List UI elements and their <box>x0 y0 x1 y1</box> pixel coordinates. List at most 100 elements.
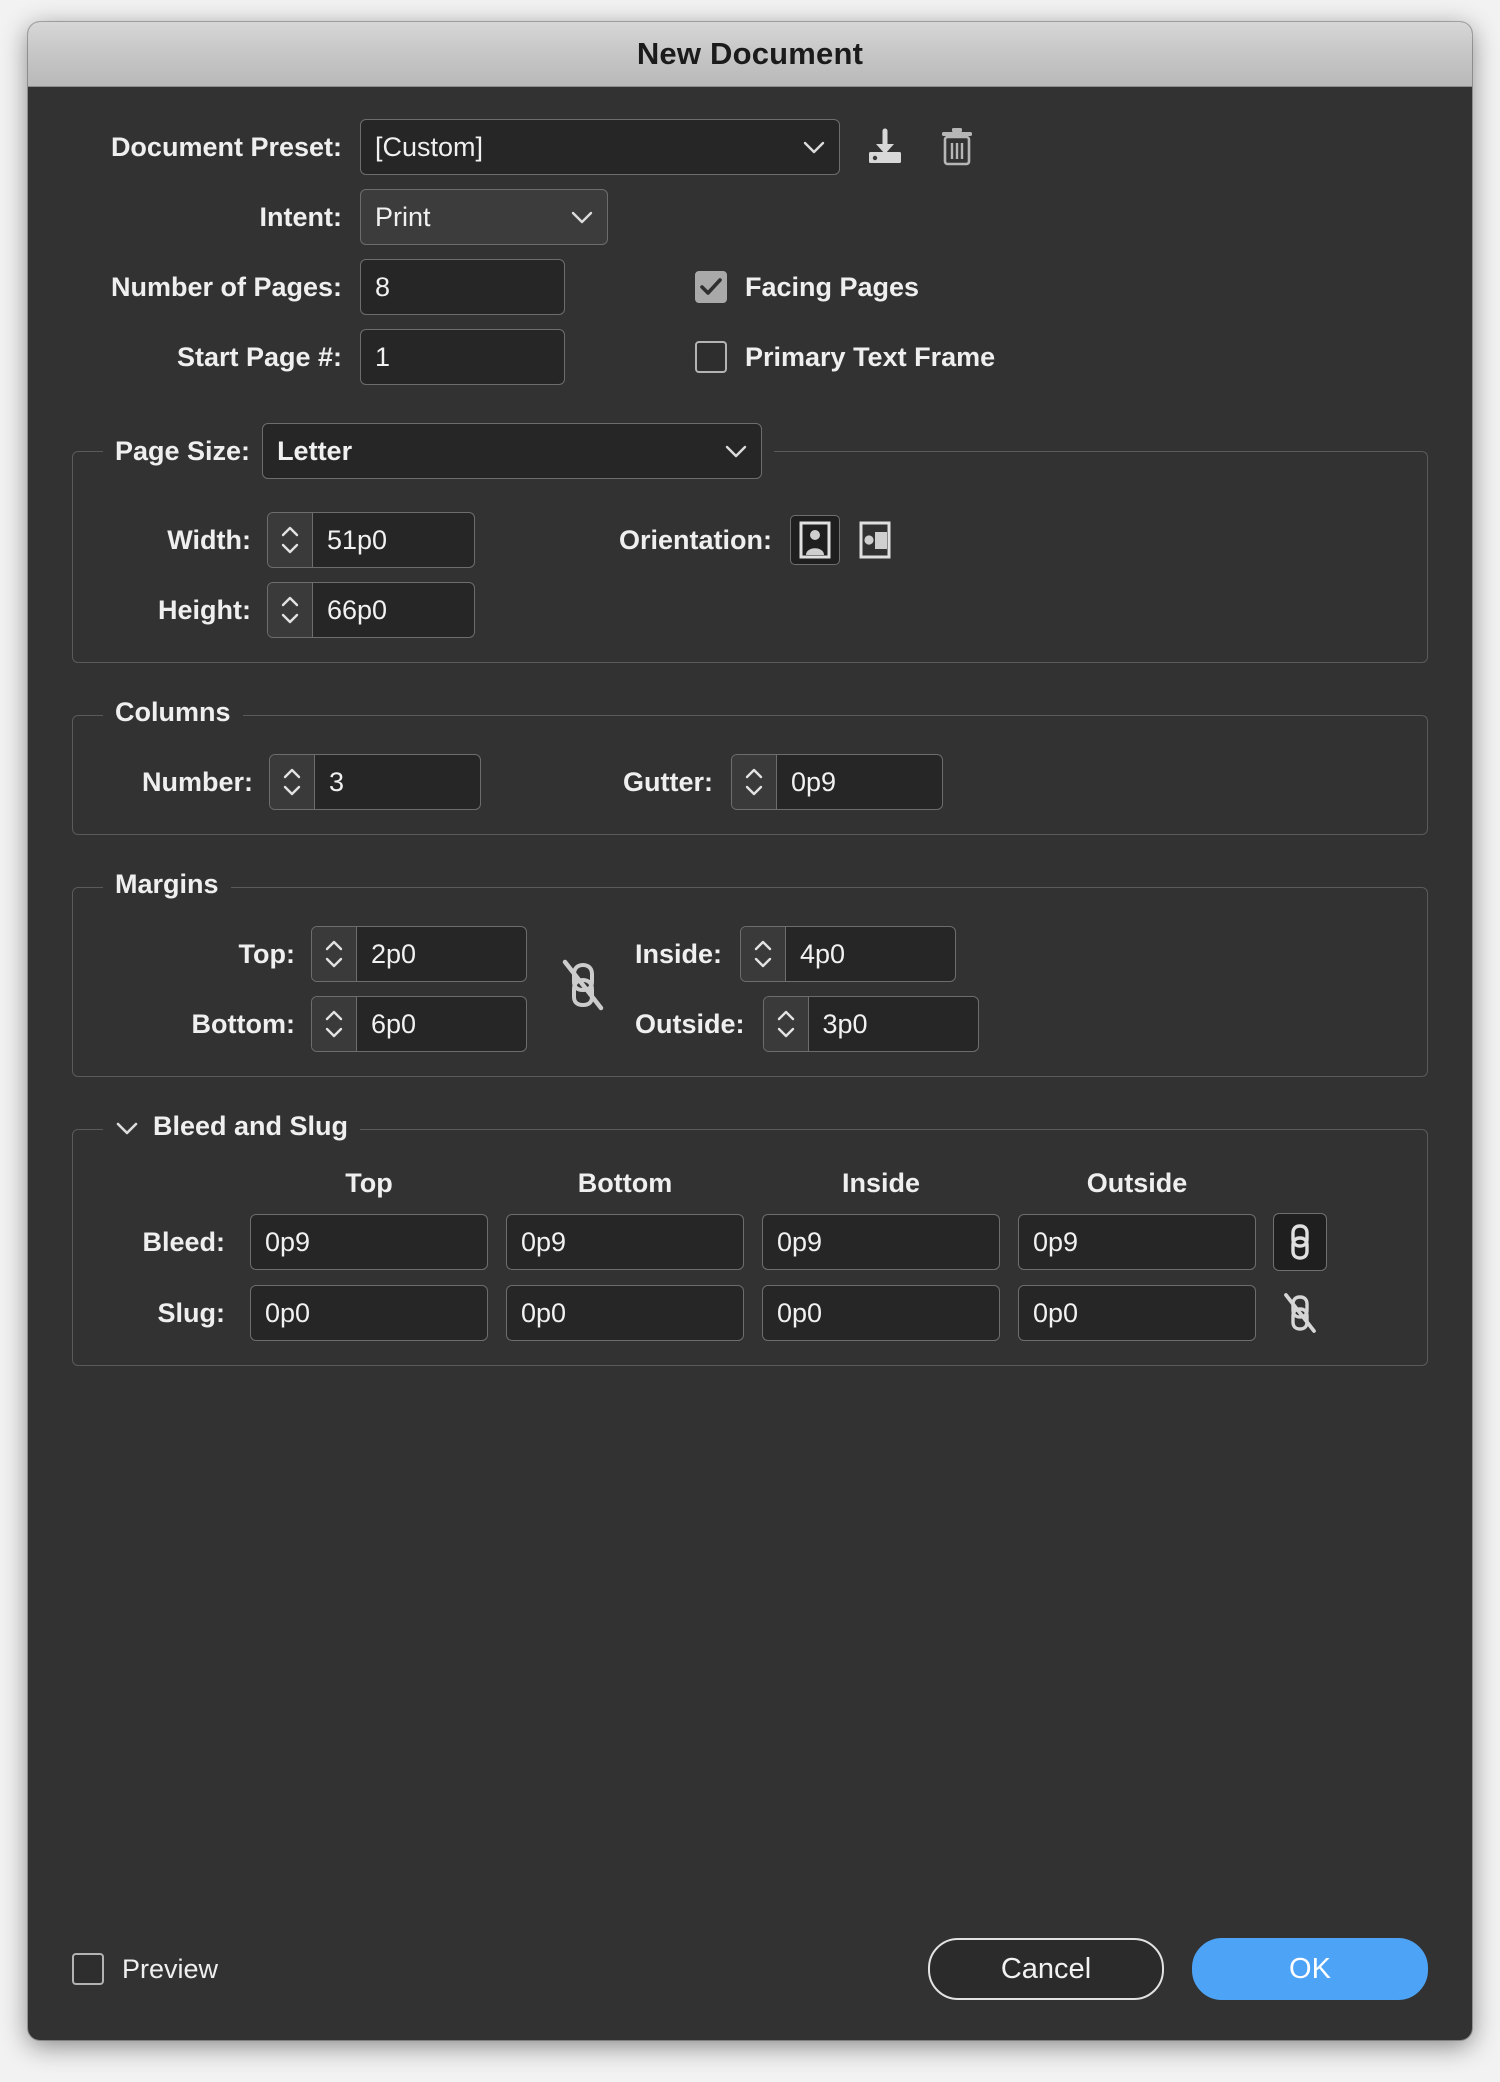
start-page-value: 1 <box>375 341 391 372</box>
document-preset-select[interactable]: [Custom] <box>360 119 840 175</box>
margin-outside-input[interactable]: 3p0 <box>762 996 979 1052</box>
orientation-buttons <box>790 515 900 565</box>
stepper-arrows-icon[interactable] <box>268 583 313 637</box>
bleed-link-toggle[interactable] <box>1273 1213 1327 1271</box>
new-document-dialog: New Document Document Preset: [Custom] I… <box>28 22 1472 2040</box>
bleed-slug-col-inside: Inside <box>841 1168 921 1198</box>
stepper-arrows-icon[interactable] <box>732 755 777 809</box>
orientation-landscape-button[interactable] <box>850 515 900 565</box>
page-size-value: Letter <box>277 435 353 466</box>
disclosure-chevron-down-icon[interactable] <box>115 1111 139 1142</box>
height-label: Height: <box>158 594 251 625</box>
stepper-arrows-icon[interactable] <box>268 513 313 567</box>
bleed-slug-col-bottom: Bottom <box>577 1168 673 1198</box>
slug-top-input[interactable]: 0p0 <box>250 1285 488 1341</box>
slug-bottom-value: 0p0 <box>521 1297 567 1328</box>
bleed-label: Bleed: <box>142 1226 225 1257</box>
columns-number-input[interactable]: 3 <box>269 754 481 810</box>
facing-pages-checkbox[interactable]: Facing Pages <box>695 271 919 303</box>
bleed-row: Bleed: 0p9 0p9 0p9 0p9 <box>99 1213 1401 1271</box>
page-width-row: Width: 51p0 Orientation: <box>99 512 1401 568</box>
start-page-input[interactable]: 1 <box>360 329 565 385</box>
bleed-and-slug-legend-wrap[interactable]: Bleed and Slug <box>103 1111 361 1142</box>
page-size-group: Page Size: Letter Width: 51p0 Orientatio… <box>72 423 1428 663</box>
bleed-slug-header-row: Top Bottom Inside Outside <box>99 1168 1401 1199</box>
save-preset-icon[interactable] <box>858 120 912 174</box>
chevron-down-icon <box>725 445 747 458</box>
page-size-legend-wrap: Page Size: Letter <box>103 423 775 479</box>
trash-icon[interactable] <box>930 120 984 174</box>
margin-bottom-input[interactable]: 6p0 <box>311 996 527 1052</box>
preview-label: Preview <box>122 1953 219 1984</box>
intent-select[interactable]: Print <box>360 189 608 245</box>
columns-gutter-value: 0p9 <box>791 766 837 797</box>
columns-gutter-label: Gutter: <box>623 766 713 797</box>
bleed-inside-input[interactable]: 0p9 <box>762 1214 1000 1270</box>
width-input[interactable]: 51p0 <box>267 512 475 568</box>
height-input[interactable]: 66p0 <box>267 582 475 638</box>
dialog-footer: Preview Cancel OK <box>28 1938 1472 2040</box>
bleed-outside-input[interactable]: 0p9 <box>1018 1214 1256 1270</box>
columns-group: Columns Number: 3 Gutter: 0p9 <box>72 697 1428 835</box>
page-size-select[interactable]: Letter <box>262 423 763 479</box>
primary-text-frame-label: Primary Text Frame <box>745 341 996 372</box>
chain-linked-icon <box>1291 1224 1309 1260</box>
margins-group: Margins Top: 2p0 Inside: 4p0 Bottom: 6p0… <box>72 869 1428 1077</box>
facing-pages-label: Facing Pages <box>745 271 920 302</box>
slug-bottom-input[interactable]: 0p0 <box>506 1285 744 1341</box>
primary-text-frame-checkbox[interactable]: Primary Text Frame <box>695 341 995 373</box>
margin-bottom-value: 6p0 <box>371 1008 417 1039</box>
empty-checkbox-icon <box>72 1953 104 1985</box>
bleed-bottom-input[interactable]: 0p9 <box>506 1214 744 1270</box>
chevron-down-icon <box>803 141 825 154</box>
start-page-row: Start Page #: 1 Primary Text Frame <box>72 329 1428 385</box>
chain-unlinked-icon <box>1284 1293 1316 1333</box>
slug-row: Slug: 0p0 0p0 0p0 0p0 <box>99 1285 1401 1341</box>
stepper-arrows-icon[interactable] <box>312 997 357 1051</box>
slug-outside-input[interactable]: 0p0 <box>1018 1285 1256 1341</box>
bleed-bottom-value: 0p9 <box>521 1226 567 1257</box>
width-label: Width: <box>167 524 251 555</box>
number-of-pages-input[interactable]: 8 <box>360 259 565 315</box>
orientation-label: Orientation: <box>619 524 772 555</box>
margins-link-toggle[interactable] <box>561 956 605 1014</box>
slug-inside-input[interactable]: 0p0 <box>762 1285 1000 1341</box>
margin-top-value: 2p0 <box>371 938 417 969</box>
dialog-title: New Document <box>636 36 864 71</box>
margins-top-row: Top: 2p0 Inside: 4p0 <box>99 926 1401 982</box>
orientation-portrait-button[interactable] <box>790 515 840 565</box>
stepper-arrows-icon[interactable] <box>763 997 809 1051</box>
number-of-pages-value: 8 <box>375 271 391 302</box>
slug-outside-value: 0p0 <box>1033 1297 1079 1328</box>
stepper-arrows-icon[interactable] <box>312 927 357 981</box>
margin-outside-value: 3p0 <box>822 1008 868 1039</box>
intent-value: Print <box>375 201 431 232</box>
margin-inside-input[interactable]: 4p0 <box>740 926 957 982</box>
ok-button[interactable]: OK <box>1192 1938 1428 2000</box>
width-value: 51p0 <box>327 524 388 555</box>
columns-gutter-input[interactable]: 0p9 <box>731 754 943 810</box>
bleed-top-input[interactable]: 0p9 <box>250 1214 488 1270</box>
empty-checkbox-icon <box>695 341 727 373</box>
number-of-pages-label: Number of Pages: <box>110 271 342 302</box>
cancel-button[interactable]: Cancel <box>928 1938 1164 2000</box>
columns-legend: Columns <box>103 697 243 728</box>
stepper-arrows-icon[interactable] <box>741 927 787 981</box>
stepper-arrows-icon[interactable] <box>270 755 315 809</box>
margin-top-input[interactable]: 2p0 <box>311 926 527 982</box>
columns-row: Number: 3 Gutter: 0p9 <box>99 754 1401 810</box>
slug-top-value: 0p0 <box>265 1297 311 1328</box>
columns-number-value: 3 <box>329 766 345 797</box>
number-of-pages-row: Number of Pages: 8 Facing Pages <box>72 259 1428 315</box>
margin-outside-label: Outside: <box>635 1008 745 1039</box>
intent-label: Intent: <box>259 201 342 232</box>
slug-link-toggle[interactable] <box>1274 1285 1326 1341</box>
document-preset-value: [Custom] <box>375 131 484 162</box>
footer-buttons: Cancel OK <box>928 1938 1428 2000</box>
preview-checkbox[interactable]: Preview <box>72 1953 218 1985</box>
intent-row: Intent: Print <box>72 189 1428 245</box>
columns-number-label: Number: <box>141 766 253 797</box>
bleed-slug-col-outside: Outside <box>1086 1168 1188 1198</box>
bleed-and-slug-label: Bleed and Slug <box>153 1111 349 1141</box>
bleed-slug-col-top: Top <box>345 1168 393 1198</box>
